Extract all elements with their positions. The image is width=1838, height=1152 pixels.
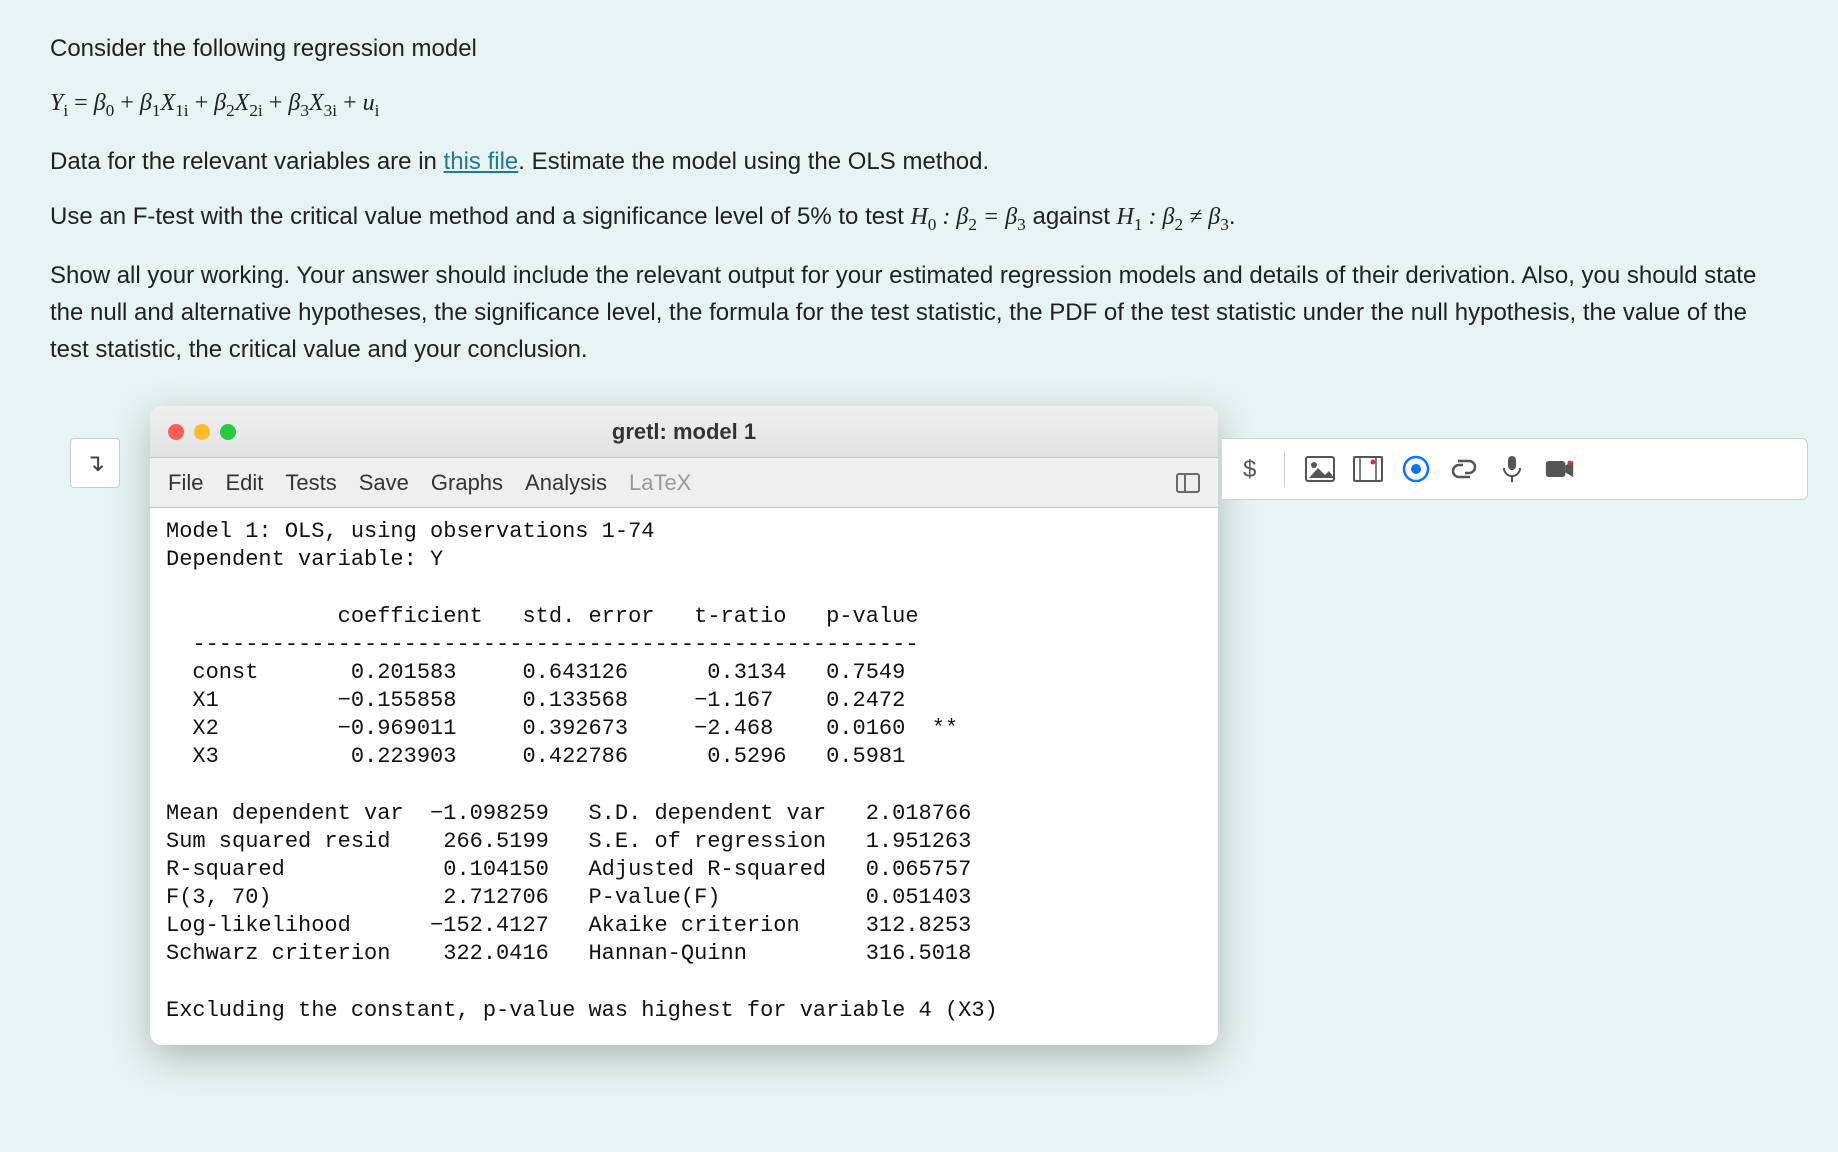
coef-divider: ----------------------------------------…: [166, 632, 919, 657]
menu-tests[interactable]: Tests: [285, 470, 336, 496]
link-icon[interactable]: [1449, 454, 1479, 484]
dollar-icon[interactable]: $: [1234, 454, 1264, 484]
data-file-link[interactable]: this file: [444, 148, 519, 175]
question-line-4: Show all your working. Your answer shoul…: [50, 257, 1788, 369]
record-icon[interactable]: [1401, 454, 1431, 484]
model-header-2: Dependent variable: Y: [166, 547, 443, 572]
coef-col-headers: coefficient std. error t-ratio p-value: [166, 604, 919, 629]
question-line-3: Use an F-test with the critical value me…: [50, 198, 1788, 239]
mic-icon[interactable]: [1497, 454, 1527, 484]
menu-latex[interactable]: LaTeX: [629, 470, 691, 496]
coef-row-x1: X1 −0.155858 0.133568 −1.167 0.2472: [166, 688, 919, 713]
stats-line-2: Sum squared resid 266.5199 S.E. of regre…: [166, 829, 971, 854]
coef-row-x2: X2 −0.969011 0.392673 −2.468 0.0160 **: [166, 716, 958, 741]
menu-edit[interactable]: Edit: [225, 470, 263, 496]
coef-row-const: const 0.201583 0.643126 0.3134 0.7549: [166, 660, 919, 685]
menu-bar: File Edit Tests Save Graphs Analysis LaT…: [150, 458, 1218, 508]
window-title: gretl: model 1: [150, 419, 1218, 445]
gretl-footer: Excluding the constant, p-value was high…: [166, 998, 998, 1023]
camera-icon[interactable]: [1545, 454, 1575, 484]
editor-toolbar: $: [1222, 438, 1808, 500]
insert-below-button[interactable]: ↴: [70, 438, 120, 488]
menu-graphs[interactable]: Graphs: [431, 470, 503, 496]
stats-line-6: Schwarz criterion 322.0416 Hannan-Quinn …: [166, 941, 971, 966]
menu-file[interactable]: File: [168, 470, 203, 496]
toolbar-divider: [1284, 451, 1285, 487]
stats-line-1: Mean dependent var −1.098259 S.D. depend…: [166, 801, 971, 826]
gretl-window: gretl: model 1 File Edit Tests Save Grap…: [150, 406, 1218, 1045]
question-block: Consider the following regression model …: [0, 0, 1838, 406]
gretl-output: Model 1: OLS, using observations 1-74 De…: [150, 508, 1218, 1045]
image-icon[interactable]: [1305, 454, 1335, 484]
film-icon[interactable]: [1353, 454, 1383, 484]
menu-save[interactable]: Save: [359, 470, 409, 496]
stats-line-4: F(3, 70) 2.712706 P-value(F) 0.051403: [166, 885, 971, 910]
coef-row-x3: X3 0.223903 0.422786 0.5296 0.5981: [166, 744, 919, 769]
svg-text:$: $: [1243, 456, 1256, 483]
stats-line-3: R-squared 0.104150 Adjusted R-squared 0.…: [166, 857, 971, 882]
stats-line-5: Log-likelihood −152.4127 Akaike criterio…: [166, 913, 971, 938]
menu-analysis[interactable]: Analysis: [525, 470, 607, 496]
question-line-1: Consider the following regression model: [50, 30, 1788, 67]
question-line-2: Data for the relevant variables are in t…: [50, 143, 1788, 180]
title-bar[interactable]: gretl: model 1: [150, 406, 1218, 458]
regression-equation: Yi = β0 + β1X1i + β2X2i + β3X3i + ui: [50, 85, 1788, 125]
panel-icon[interactable]: [1176, 473, 1200, 493]
model-header-1: Model 1: OLS, using observations 1-74: [166, 519, 654, 544]
